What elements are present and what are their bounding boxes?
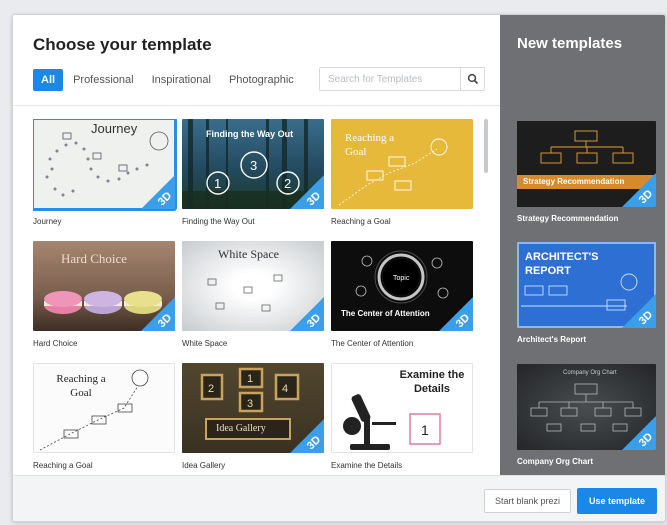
use-template-button[interactable]: Use template [577, 488, 657, 514]
template-thumbnail[interactable]: Topic The Center of Attention 3D [331, 241, 473, 331]
template-tile-finding-the-way-out[interactable]: 3 1 2 Finding the Way Out 3D Finding the… [182, 119, 324, 226]
svg-text:3: 3 [250, 158, 257, 173]
thumbnail-title: Reaching a Goal [56, 373, 106, 399]
template-name: Hard Choice [33, 339, 78, 348]
template-thumbnail[interactable]: 3 1 2 Finding the Way Out 3D [182, 119, 324, 209]
3d-badge [141, 175, 175, 209]
template-name: Finding the Way Out [182, 217, 255, 226]
dialog-footer: Start blank prezi Use template [13, 475, 665, 521]
search-input[interactable] [320, 68, 460, 90]
search-button[interactable] [460, 68, 484, 90]
template-thumbnail[interactable]: 2143 Idea Gallery 3D [182, 363, 324, 453]
template-name: Idea Gallery [182, 461, 226, 470]
new-templates-panel: New templates Strategy Recommendation 3D… [500, 15, 665, 475]
scrollbar-thumb[interactable] [484, 119, 488, 173]
template-grid-scrollbar[interactable] [483, 119, 489, 469]
thumbnail-title: Strategy Recommendation [523, 177, 625, 186]
svg-text:1: 1 [247, 373, 253, 385]
template-thumbnail[interactable]: Journey 3D [33, 119, 177, 211]
template-name: Company Org Chart [517, 457, 594, 466]
template-thumbnail[interactable]: Company Org Chart 3D [517, 364, 656, 450]
thumbnail-title: Company Org Chart [563, 370, 617, 376]
3d-badge [622, 294, 656, 328]
search-icon [467, 73, 478, 85]
start-blank-button[interactable]: Start blank prezi [483, 489, 571, 513]
template-name: Journey [33, 217, 62, 226]
3d-badge [290, 419, 324, 453]
template-thumbnail[interactable]: Hard Choice 3D [33, 241, 175, 331]
template-tile-idea-gallery[interactable]: 2143 Idea Gallery 3D Idea Gallery [182, 363, 324, 470]
thumbnail-title: Idea Gallery [216, 423, 266, 434]
template-thumbnail[interactable]: White Space 3D [182, 241, 324, 331]
header-divider [13, 105, 500, 106]
template-thumbnail[interactable]: Reaching a Goal [331, 119, 473, 209]
thumbnail-title: White Space [218, 247, 279, 261]
template-tile-reaching-a-goal[interactable]: Reaching a Goal Reaching a Goal [331, 119, 473, 226]
3d-badge [439, 297, 473, 331]
new-template-tile-company-org-chart[interactable]: Company Org Chart 3D Company Org Chart [517, 364, 656, 466]
filter-all[interactable]: All [33, 69, 64, 91]
svg-text:Topic: Topic [393, 275, 410, 282]
template-thumbnail[interactable]: Reaching a Goal [33, 363, 175, 453]
thumbnail-title: Examine the Details [399, 369, 465, 395]
3d-badge [290, 175, 324, 209]
3d-badge [622, 416, 656, 450]
template-search [319, 67, 485, 91]
thumbnail-title: Journey [91, 121, 138, 136]
template-name: The Center of Attention [331, 339, 414, 348]
template-thumbnail[interactable]: 1 Examine the Details [331, 363, 473, 453]
new-template-tile-architects-report[interactable]: ARCHITECT'S REPORT 3D Architect's Report [517, 242, 656, 344]
template-name: Architect's Report [517, 335, 587, 344]
template-thumbnail[interactable]: Strategy Recommendation 3D [517, 121, 656, 207]
filter-professional[interactable]: Professional [65, 69, 142, 91]
filter-photographic[interactable]: Photographic [221, 69, 302, 91]
template-tile-center-of-attention[interactable]: Topic The Center of Attention 3D The Cen… [331, 241, 473, 348]
filter-tabs: All Professional Inspirational Photograp… [33, 69, 304, 91]
template-dialog: Choose your template All Professional In… [12, 14, 666, 522]
template-tile-reaching-a-goal-2[interactable]: Reaching a Goal Reaching a Goal [33, 363, 175, 470]
3d-badge [622, 173, 656, 207]
3d-badge [141, 297, 175, 331]
template-name: White Space [182, 339, 228, 348]
svg-text:4: 4 [282, 383, 288, 395]
template-grid: Journey 3D Journey 3 1 2 Finding the Way… [33, 119, 473, 475]
thumbnail-title: Hard Choice [61, 251, 128, 266]
template-name: Strategy Recommendation [517, 214, 619, 223]
template-tile-white-space[interactable]: White Space 3D White Space [182, 241, 324, 348]
svg-text:1: 1 [421, 422, 429, 438]
template-tile-examine-the-details[interactable]: 1 Examine the Details Examine the Detail… [331, 363, 473, 470]
svg-text:2: 2 [208, 383, 214, 395]
template-name: Reaching a Goal [33, 461, 93, 470]
template-thumbnail[interactable]: ARCHITECT'S REPORT 3D [517, 242, 656, 328]
dialog-title: Choose your template [33, 35, 212, 54]
svg-text:1: 1 [214, 176, 221, 191]
template-name: Reaching a Goal [331, 217, 391, 226]
thumbnail-title: ARCHITECT'S REPORT [525, 251, 599, 277]
template-tile-hard-choice[interactable]: Hard Choice 3D Hard Choice [33, 241, 175, 348]
new-templates-title: New templates [517, 35, 623, 52]
template-tile-journey[interactable]: Journey 3D Journey [33, 119, 177, 226]
template-name: Examine the Details [331, 461, 403, 470]
thumbnail-title: The Center of Attention [341, 309, 430, 318]
svg-text:3: 3 [247, 398, 253, 410]
template-browser: Choose your template All Professional In… [13, 15, 500, 475]
3d-badge [290, 297, 324, 331]
filter-inspirational[interactable]: Inspirational [144, 69, 219, 91]
new-template-tile-strategy[interactable]: Strategy Recommendation 3D Strategy Reco… [517, 121, 656, 223]
thumbnail-title: Finding the Way Out [206, 129, 294, 139]
thumbnail-title: Reaching a Goal [345, 132, 395, 158]
